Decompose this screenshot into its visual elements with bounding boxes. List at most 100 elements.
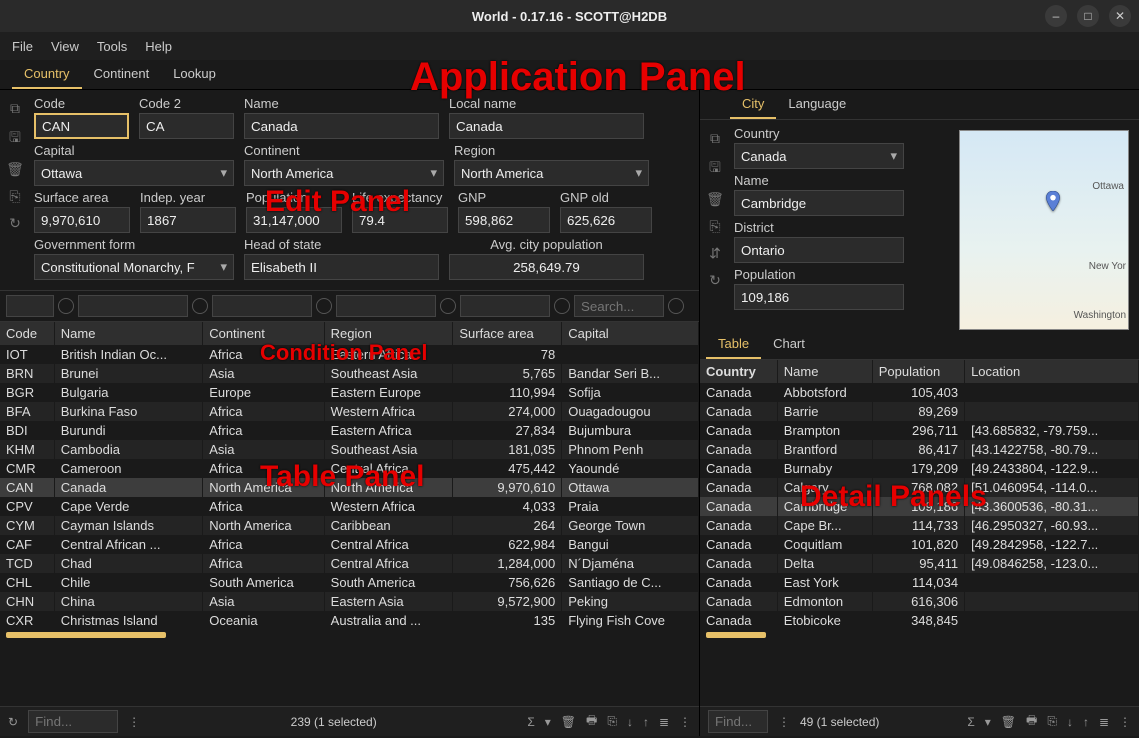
condition-box[interactable]: [336, 295, 436, 317]
table-row[interactable]: CANCanadaNorth AmericaNorth America9,970…: [0, 478, 699, 497]
condition-toggle[interactable]: [440, 298, 456, 314]
column-header[interactable]: Location: [965, 360, 1139, 383]
select-detail-country[interactable]: Canada▾: [734, 143, 904, 169]
search-input[interactable]: [574, 295, 664, 317]
filter-icon[interactable]: ▾: [545, 715, 551, 729]
input-detail-population[interactable]: [734, 284, 904, 310]
input-population[interactable]: [246, 207, 342, 233]
table-row[interactable]: CHNChinaAsiaEastern Asia9,572,900Peking: [0, 592, 699, 611]
condition-toggle[interactable]: [554, 298, 570, 314]
input-gnpold[interactable]: [560, 207, 652, 233]
select-govform[interactable]: Constitutional Monarchy, F▾: [34, 254, 234, 280]
menu-view[interactable]: View: [51, 39, 79, 54]
condition-toggle[interactable]: [192, 298, 208, 314]
menu-tools[interactable]: Tools: [97, 39, 127, 54]
select-region[interactable]: North America▾: [454, 160, 649, 186]
column-header[interactable]: Surface area: [453, 322, 562, 345]
input-avgcitypop[interactable]: [449, 254, 644, 280]
table-row[interactable]: BRNBruneiAsiaSoutheast Asia5,765Bandar S…: [0, 364, 699, 383]
table-row[interactable]: CanadaEdmonton616,306: [700, 592, 1139, 611]
table-row[interactable]: CanadaBrantford86,417[43.1422758, -80.79…: [700, 440, 1139, 459]
down-icon[interactable]: ↓: [1067, 715, 1073, 729]
map[interactable]: Ottawa New Yor Washington: [959, 130, 1129, 330]
input-code2[interactable]: [139, 113, 234, 139]
input-indep[interactable]: [140, 207, 236, 233]
table-row[interactable]: CanadaAbbotsford105,403: [700, 383, 1139, 402]
up-icon[interactable]: ↑: [643, 715, 649, 729]
condition-toggle[interactable]: [316, 298, 332, 314]
input-detail-district[interactable]: [734, 237, 904, 263]
table-row[interactable]: IOTBritish Indian Oc...AfricaEastern Afr…: [0, 345, 699, 364]
refresh-icon[interactable]: ↻: [9, 215, 21, 232]
copy-icon[interactable]: ⎘: [9, 188, 20, 205]
table-row[interactable]: CanadaCape Br...114,733[46.2950327, -60.…: [700, 516, 1139, 535]
save-icon[interactable]: 🖫: [9, 127, 21, 151]
column-header[interactable]: Region: [324, 322, 453, 345]
input-code[interactable]: [34, 113, 129, 139]
close-button[interactable]: ✕: [1109, 5, 1131, 27]
condition-box[interactable]: [6, 295, 54, 317]
table-row[interactable]: CanadaEtobicoke348,845: [700, 611, 1139, 630]
copy-icon[interactable]: ⎘: [709, 218, 720, 235]
table-row[interactable]: KHMCambodiaAsiaSoutheast Asia181,035Phno…: [0, 440, 699, 459]
sum-icon[interactable]: Σ: [527, 715, 534, 729]
table-row[interactable]: TCDChadAfricaCentral Africa1,284,000N´Dj…: [0, 554, 699, 573]
table-row[interactable]: CHLChileSouth AmericaSouth America756,62…: [0, 573, 699, 592]
refresh-icon[interactable]: ↻: [709, 272, 721, 289]
find-input[interactable]: [708, 710, 768, 733]
input-localname[interactable]: [449, 113, 644, 139]
menu-icon[interactable]: ⋮: [1119, 715, 1131, 729]
input-gnp[interactable]: [458, 207, 550, 233]
select-continent[interactable]: North America▾: [244, 160, 444, 186]
add-icon[interactable]: ⧉: [710, 130, 720, 147]
table-row[interactable]: CMRCameroonAfricaCentral Africa475,442Ya…: [0, 459, 699, 478]
minimize-button[interactable]: ‒: [1045, 5, 1067, 27]
table-row[interactable]: CanadaEast York114,034: [700, 573, 1139, 592]
tab-country[interactable]: Country: [12, 60, 82, 89]
delete-icon[interactable]: 🗑: [1001, 715, 1016, 729]
column-header[interactable]: Name: [777, 360, 872, 383]
column-header[interactable]: Continent: [203, 322, 324, 345]
scrollbar-thumb[interactable]: [6, 632, 166, 638]
delete-icon[interactable]: 🗑: [6, 161, 24, 178]
input-surface[interactable]: [34, 207, 130, 233]
country-table[interactable]: CodeNameContinentRegionSurface areaCapit…: [0, 322, 699, 706]
table-row[interactable]: CanadaDelta95,411[49.0846258, -123.0...: [700, 554, 1139, 573]
menu-icon[interactable]: ⋮: [778, 715, 790, 729]
table-row[interactable]: CanadaCoquitlam101,820[49.2842958, -122.…: [700, 535, 1139, 554]
table-row[interactable]: BFABurkina FasoAfricaWestern Africa274,0…: [0, 402, 699, 421]
condition-toggle[interactable]: [58, 298, 74, 314]
find-input[interactable]: [28, 710, 118, 733]
table-row[interactable]: CanadaBrampton296,711[43.685832, -79.759…: [700, 421, 1139, 440]
column-header[interactable]: Country: [700, 360, 777, 383]
column-header[interactable]: Name: [54, 322, 202, 345]
delete-icon[interactable]: 🗑: [706, 191, 724, 208]
filter-icon[interactable]: ▾: [985, 715, 991, 729]
refresh-icon[interactable]: ↻: [8, 715, 18, 729]
tab-table[interactable]: Table: [706, 330, 761, 359]
select-capital[interactable]: Ottawa▾: [34, 160, 234, 186]
menu-icon[interactable]: ⋮: [679, 715, 691, 729]
copy-icon[interactable]: ⎘: [1047, 714, 1057, 729]
column-header[interactable]: Capital: [562, 322, 699, 345]
menu-help[interactable]: Help: [145, 39, 172, 54]
add-icon[interactable]: ⧉: [10, 100, 20, 117]
tab-language[interactable]: Language: [776, 90, 858, 119]
list-icon[interactable]: ≣: [1099, 715, 1109, 729]
print-icon[interactable]: 🖶: [1026, 711, 1037, 732]
menu-icon[interactable]: ⋮: [128, 715, 140, 729]
menu-file[interactable]: File: [12, 39, 33, 54]
table-row[interactable]: CXRChristmas IslandOceaniaAustralia and …: [0, 611, 699, 630]
condition-box[interactable]: [78, 295, 188, 317]
up-icon[interactable]: ↑: [1083, 715, 1089, 729]
delete-icon[interactable]: 🗑: [561, 715, 576, 729]
tab-lookup[interactable]: Lookup: [161, 60, 228, 89]
list-icon[interactable]: ≣: [659, 715, 669, 729]
table-row[interactable]: CYMCayman IslandsNorth AmericaCaribbean2…: [0, 516, 699, 535]
link-icon[interactable]: ⇵: [709, 245, 721, 262]
down-icon[interactable]: ↓: [627, 715, 633, 729]
sum-icon[interactable]: Σ: [967, 715, 974, 729]
table-row[interactable]: CanadaBarrie89,269: [700, 402, 1139, 421]
table-row[interactable]: CanadaBurnaby179,209[49.2433804, -122.9.…: [700, 459, 1139, 478]
table-row[interactable]: CanadaCalgary768,082[51.0460954, -114.0.…: [700, 478, 1139, 497]
